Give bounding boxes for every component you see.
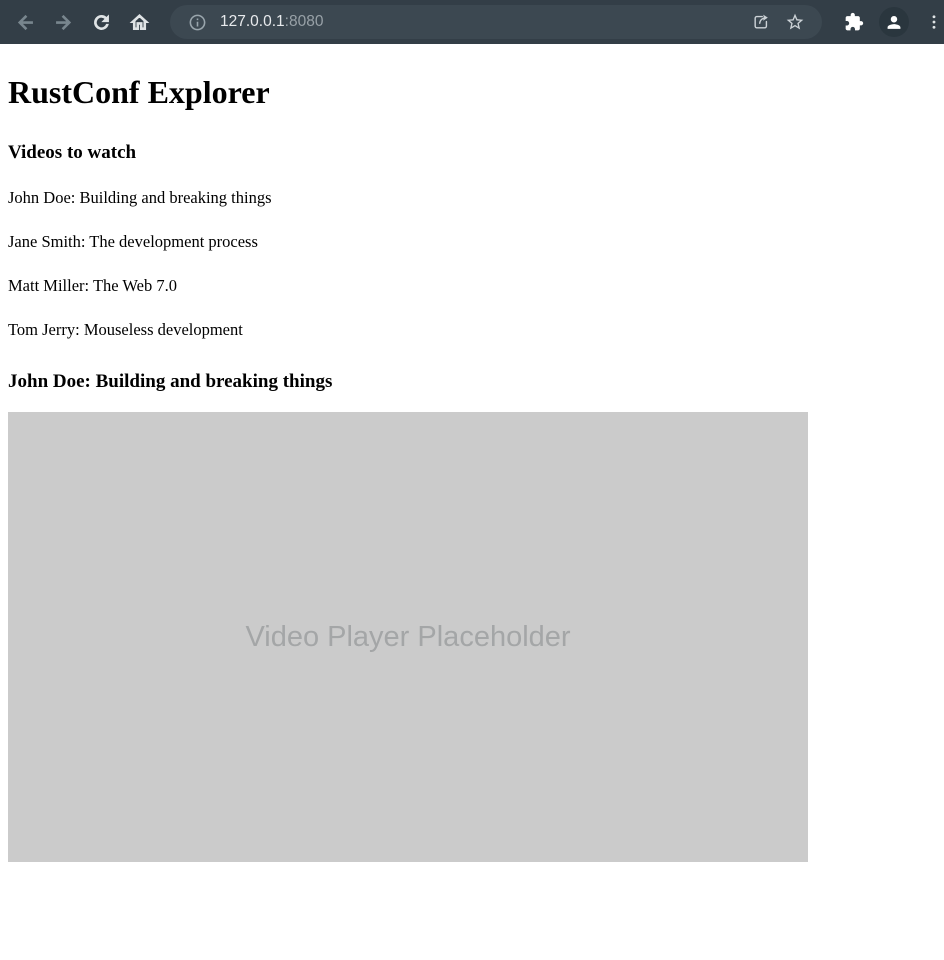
video-list-item[interactable]: Matt Miller: The Web 7.0 [8,277,177,296]
person-icon [883,11,905,33]
home-icon [129,12,150,33]
video-player-placeholder[interactable]: Video Player Placeholder [8,412,808,862]
share-icon [751,12,771,32]
browser-menu-button[interactable] [916,4,944,40]
url-host: 127.0.0.1 [220,13,285,30]
star-icon [785,12,805,32]
back-arrow-icon [15,12,36,33]
url-port: :8080 [285,13,324,30]
kebab-menu-icon [925,13,943,31]
profile-button[interactable] [879,7,909,37]
forward-button[interactable] [44,3,82,41]
address-bar[interactable]: 127.0.0.1:8080 [170,5,822,39]
puzzle-icon [844,12,864,32]
video-list-item[interactable]: Tom Jerry: Mouseless development [8,321,243,340]
home-button[interactable] [120,3,158,41]
site-info-button[interactable] [182,7,212,37]
video-list-item[interactable]: John Doe: Building and breaking things [8,189,272,208]
browser-toolbar: 127.0.0.1:8080 [0,0,944,44]
video-list-item[interactable]: Jane Smith: The development process [8,233,258,252]
info-icon [188,13,207,32]
url-text: 127.0.0.1:8080 [220,13,744,31]
reload-icon [91,12,112,33]
back-button[interactable] [6,3,44,41]
forward-arrow-icon [53,12,74,33]
reload-button[interactable] [82,3,120,41]
selected-video-heading: John Doe: Building and breaking things [8,371,936,393]
video-player-placeholder-text: Video Player Placeholder [245,621,570,654]
toolbar-right-group [836,4,944,40]
extensions-button[interactable] [836,4,872,40]
bookmark-button[interactable] [778,7,812,37]
page-content: RustConf Explorer Videos to watch John D… [0,44,944,862]
page-title: RustConf Explorer [8,44,936,111]
share-button[interactable] [744,7,778,37]
watch-list-heading: Videos to watch [8,142,936,164]
